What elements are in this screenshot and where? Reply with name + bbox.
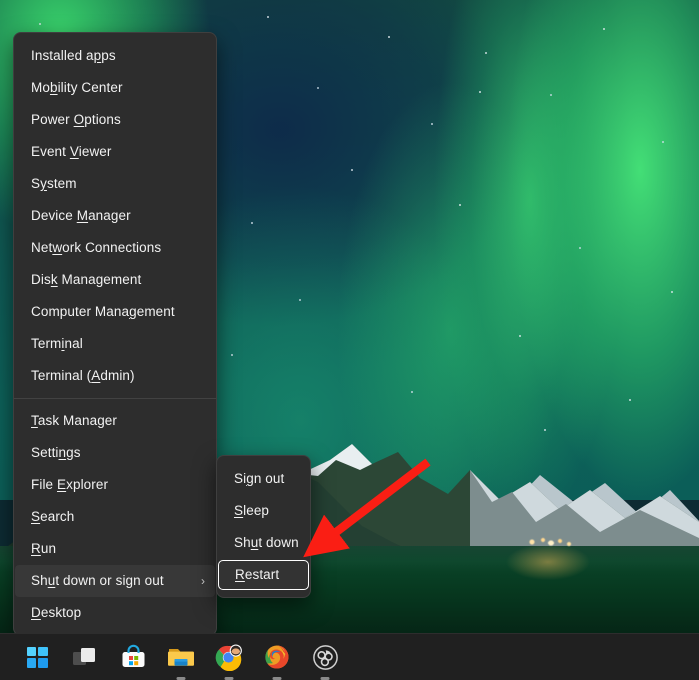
microsoft-store-button[interactable]	[116, 640, 150, 674]
menu-item-installed-apps[interactable]: Installed apps	[15, 40, 215, 72]
menu-item-network-connections[interactable]: Network Connections	[15, 232, 215, 264]
menu-item-label: Run	[31, 541, 57, 556]
taskbar[interactable]	[0, 633, 699, 680]
menu-item-power-options[interactable]: Power Options	[15, 104, 215, 136]
menu-item-sign-out[interactable]: Sign out	[218, 463, 309, 495]
menu-item-label: Shut down or sign out	[31, 573, 164, 588]
menu-item-label: Terminal	[31, 336, 83, 351]
file-explorer-icon	[168, 648, 194, 666]
menu-item-run[interactable]: Run	[15, 533, 215, 565]
menu-item-label: Computer Management	[31, 304, 175, 319]
shutdown-submenu[interactable]: Sign out Sleep Shut down Restart	[216, 455, 311, 598]
menu-item-label: Installed apps	[31, 48, 116, 63]
menu-item-label: File Explorer	[31, 477, 109, 492]
shore-lights	[524, 536, 584, 550]
windows-start-icon	[26, 646, 48, 668]
menu-item-desktop[interactable]: Desktop	[15, 597, 215, 629]
obs-studio-button[interactable]	[308, 640, 342, 680]
menu-item-shut-down-or-sign-out[interactable]: Shut down or sign out ›	[15, 565, 215, 597]
power-user-menu[interactable]: Installed apps Mobility Center Power Optio…	[13, 32, 217, 636]
menu-item-label: Power Options	[31, 112, 121, 127]
menu-item-label: Event Viewer	[31, 144, 112, 159]
menu-item-label: Sign out	[234, 471, 285, 486]
menu-item-label: System	[31, 176, 77, 191]
chrome-icon	[215, 644, 242, 671]
task-view-button[interactable]	[68, 640, 102, 674]
menu-item-label: Terminal (Admin)	[31, 368, 135, 383]
menu-item-restart[interactable]: Restart	[218, 560, 309, 590]
menu-item-device-manager[interactable]: Device Manager	[15, 200, 215, 232]
menu-item-computer-management[interactable]: Computer Management	[15, 296, 215, 328]
menu-item-file-explorer[interactable]: File Explorer	[15, 469, 215, 501]
menu-item-label: Network Connections	[31, 240, 162, 255]
google-chrome-button[interactable]	[212, 640, 246, 680]
firefox-icon	[265, 645, 289, 669]
chevron-right-icon: ›	[201, 574, 205, 588]
menu-item-label: Task Manager	[31, 413, 117, 428]
menu-separator	[14, 398, 216, 399]
menu-item-disk-management[interactable]: Disk Management	[15, 264, 215, 296]
menu-item-mobility-center[interactable]: Mobility Center	[15, 72, 215, 104]
file-explorer-button[interactable]	[164, 640, 198, 680]
menu-item-terminal[interactable]: Terminal	[15, 328, 215, 360]
menu-item-sleep[interactable]: Sleep	[218, 495, 309, 527]
microsoft-store-icon	[122, 644, 144, 667]
firefox-button[interactable]	[260, 640, 294, 680]
menu-item-label: Sleep	[234, 503, 270, 518]
menu-item-label: Device Manager	[31, 208, 131, 223]
menu-item-label: Restart	[235, 567, 280, 582]
menu-item-label: Settings	[31, 445, 81, 460]
menu-item-label: Shut down	[234, 535, 299, 550]
menu-item-label: Mobility Center	[31, 80, 123, 95]
menu-item-search[interactable]: Search	[15, 501, 215, 533]
menu-item-event-viewer[interactable]: Event Viewer	[15, 136, 215, 168]
start-button[interactable]	[20, 640, 54, 674]
taskbar-items	[20, 640, 342, 680]
menu-item-shut-down[interactable]: Shut down	[218, 527, 309, 559]
obs-studio-icon	[312, 644, 338, 670]
menu-item-label: Desktop	[31, 605, 82, 620]
menu-item-settings[interactable]: Settings	[15, 437, 215, 469]
task-view-icon	[73, 648, 95, 665]
menu-item-label: Search	[31, 509, 75, 524]
menu-item-label: Disk Management	[31, 272, 142, 287]
menu-item-task-manager[interactable]: Task Manager	[15, 405, 215, 437]
menu-item-terminal-admin[interactable]: Terminal (Admin)	[15, 360, 215, 392]
menu-item-system[interactable]: System	[15, 168, 215, 200]
